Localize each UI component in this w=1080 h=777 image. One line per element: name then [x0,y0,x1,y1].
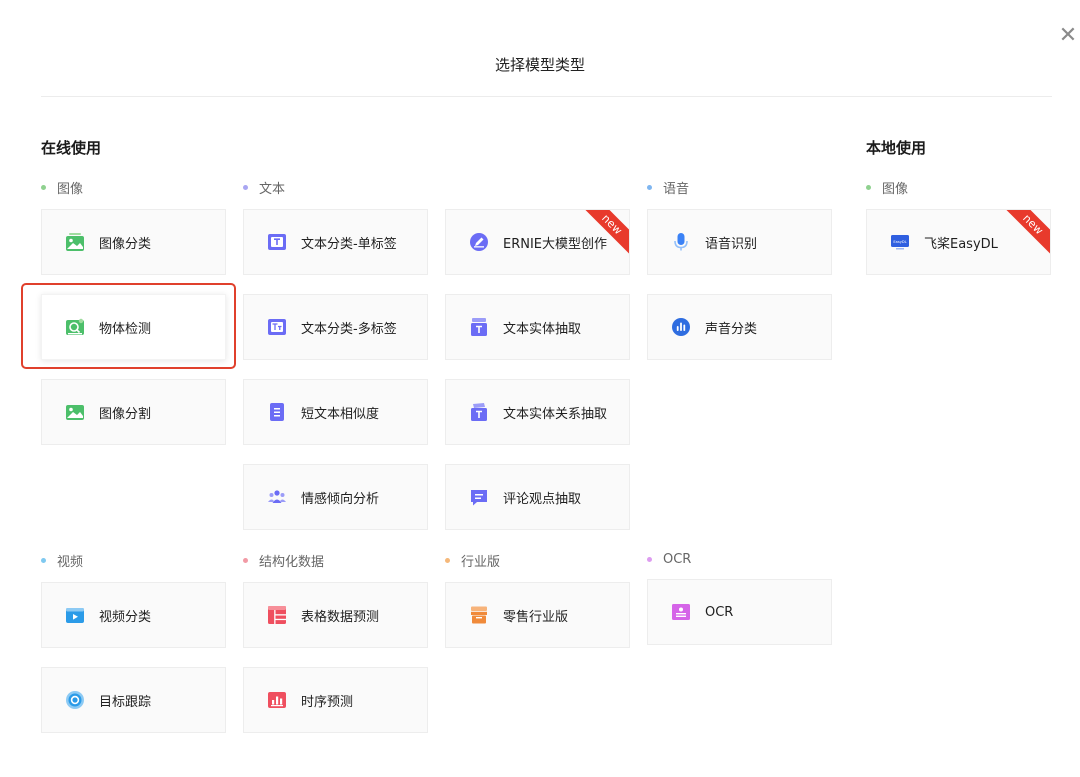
card-label: 文本实体抽取 [503,321,582,337]
card-label: 文本实体关系抽取 [503,406,608,422]
category-label: 图像 [882,181,909,197]
card-label: 时序预测 [301,694,354,710]
card-label: 目标跟踪 [99,694,152,710]
comment-icon [469,487,489,507]
category-image: 图像 [41,178,84,197]
card-speech-recognition[interactable]: 语音识别 [647,209,832,275]
ocr-icon [671,602,691,622]
category-dot [41,184,46,190]
card-sound-classification[interactable]: 声音分类 [647,294,832,360]
card-image-segmentation[interactable]: 图像分割 [41,379,226,445]
bar-chart-icon [267,690,287,710]
text-tag-icon [469,402,489,422]
category-dot [243,557,248,563]
card-ocr[interactable]: OCR [647,579,832,645]
card-ernie-creation[interactable]: ERNIE大模型创作 new [445,209,630,275]
card-entity-relation-extraction[interactable]: 文本实体关系抽取 [445,379,630,445]
text-tt-icon [267,317,287,337]
category-dot [647,184,652,190]
category-speech: 语音 [647,178,690,197]
card-label: 声音分类 [705,321,758,337]
model-type-dialog: 选择模型类型 ✕ 在线使用 本地使用 图像 文本 语音 图像 视频 结构化数据 … [0,0,1080,777]
category-dot [41,557,46,563]
card-easydl[interactable]: EasyDL 飞桨EasyDL new [866,209,1051,275]
easydl-monitor-icon: EasyDL [890,232,910,252]
card-retail-industry[interactable]: 零售行业版 [445,582,630,648]
card-text-classification-multi[interactable]: 文本分类-多标签 [243,294,428,360]
section-local: 本地使用 [866,139,927,157]
category-dot [445,557,450,563]
category-label: 文本 [259,181,286,197]
new-badge: new [999,210,1050,259]
card-object-tracking[interactable]: 目标跟踪 [41,667,226,733]
card-label: OCR [705,604,734,620]
document-icon [267,402,287,422]
card-sentiment-analysis[interactable]: 情感倾向分析 [243,464,428,530]
category-dot [243,184,248,190]
card-label: 表格数据预测 [301,609,380,625]
card-video-classification[interactable]: 视频分类 [41,582,226,648]
category-text: 文本 [243,178,286,197]
card-label: 情感倾向分析 [301,491,380,507]
easydl-logo-text: EasyDL [893,240,906,244]
card-image-classification[interactable]: 图像分类 [41,209,226,275]
card-table-prediction[interactable]: 表格数据预测 [243,582,428,648]
dialog-title: 选择模型类型 [494,56,585,74]
card-time-series-prediction[interactable]: 时序预测 [243,667,428,733]
card-label: 视频分类 [99,609,152,625]
category-label: 视频 [57,554,84,570]
card-label: 图像分类 [99,236,152,252]
close-icon[interactable]: ✕ [1056,24,1080,48]
card-label: 图像分割 [99,406,152,422]
card-label: 文本分类-多标签 [301,321,397,337]
category-video: 视频 [41,551,84,570]
category-label: 行业版 [461,554,501,570]
card-label: 短文本相似度 [301,406,380,422]
card-label: 文本分类-单标签 [301,236,397,252]
card-label: 零售行业版 [503,609,569,625]
card-opinion-extraction[interactable]: 评论观点抽取 [445,464,630,530]
table-icon [267,605,287,625]
soundwave-icon [671,317,691,337]
card-label: ERNIE大模型创作 [503,236,608,252]
category-label: 语音 [663,181,690,197]
people-icon [267,487,287,507]
store-icon [469,605,489,625]
category-label: OCR [663,551,692,567]
text-t-icon [267,232,287,252]
category-label: 结构化数据 [259,554,325,570]
card-label: 飞桨EasyDL [924,236,998,252]
card-label: 语音识别 [705,236,758,252]
detection-icon [65,317,85,337]
pen-circle-icon [469,232,489,252]
target-icon [65,690,85,710]
section-online: 在线使用 [41,139,102,157]
card-entity-extraction[interactable]: 文本实体抽取 [445,294,630,360]
card-label: 评论观点抽取 [503,491,582,507]
image-icon [65,232,85,252]
category-industry: 行业版 [445,551,501,570]
category-structured: 结构化数据 [243,551,325,570]
category-dot [866,184,871,190]
category-ocr: OCR [647,550,691,568]
title-divider [41,96,1052,97]
card-label: 物体检测 [99,321,152,337]
image-icon [65,402,85,422]
text-box-icon [469,317,489,337]
category-dot [647,556,652,562]
card-short-text-similarity[interactable]: 短文本相似度 [243,379,428,445]
card-text-classification-single[interactable]: 文本分类-单标签 [243,209,428,275]
video-icon [65,605,85,625]
category-label: 图像 [57,181,84,197]
card-object-detection[interactable]: 物体检测 [41,294,226,360]
microphone-icon [671,232,691,252]
category-local-image: 图像 [866,178,909,197]
